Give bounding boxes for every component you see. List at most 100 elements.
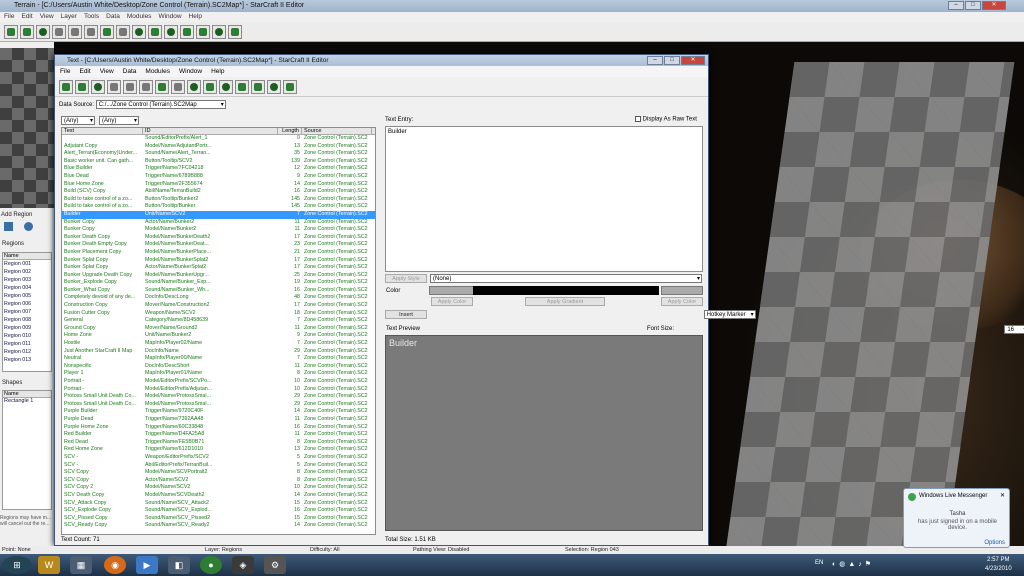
- cut-icon[interactable]: [139, 80, 153, 94]
- redo-icon[interactable]: [68, 25, 82, 39]
- text-list-row[interactable]: Build to take control of a zo... Button/T…: [62, 203, 375, 211]
- text-list-row[interactable]: Construction Copy Mover/Name/Construction…: [62, 302, 375, 310]
- copy-icon[interactable]: [100, 25, 114, 39]
- text-list-row[interactable]: Bunker Copy Model/Name/Bunker2 11 Zone Cont…: [62, 226, 375, 234]
- text-list-row[interactable]: Bunker Placement Copy Model/Name/BunkerPl…: [62, 249, 375, 257]
- region-item[interactable]: Region 013: [3, 356, 51, 364]
- text-list-row[interactable]: Home Zone Unit/Name/Bunker2 9 Zone Control …: [62, 332, 375, 340]
- add-square-region-button[interactable]: [4, 222, 13, 231]
- region-item[interactable]: Region 009: [3, 324, 51, 332]
- display-raw-checkbox[interactable]: [635, 116, 641, 122]
- text-list-row[interactable]: Bunker Copy Actor/Name/Bunker2 11 Zone Cont…: [62, 219, 375, 227]
- menu-tools[interactable]: Tools: [84, 12, 99, 22]
- text-list-row[interactable]: Protoss Small Unit Death Co... Model/Name…: [62, 401, 375, 409]
- menu-edit[interactable]: Edit: [21, 12, 32, 22]
- region-item[interactable]: Region 011: [3, 340, 51, 348]
- sc2-editor-taskbar-icon[interactable]: ●: [200, 556, 222, 574]
- menu-help[interactable]: Help: [189, 12, 202, 22]
- system-clock[interactable]: 2:57 PM 4/23/2010: [985, 556, 1012, 574]
- shape-item[interactable]: Rectangle 1: [3, 398, 51, 404]
- text-list-row[interactable]: Completely devoid of any de... DocInfo/De…: [62, 294, 375, 302]
- region-item[interactable]: Region 005: [3, 292, 51, 300]
- cutscene-module-icon[interactable]: [267, 80, 281, 94]
- dlg-minimize-button[interactable]: –: [647, 56, 663, 65]
- text-list-row[interactable]: Build (SCV) Copy Abil/Name/TerranBuild2 16…: [62, 188, 375, 196]
- toast-close-icon[interactable]: ✕: [1000, 492, 1005, 499]
- text-list-row[interactable]: Ground Copy Mover/Name/Ground2 11 Zone Cont…: [62, 325, 375, 333]
- dlg-menu-modules[interactable]: Modules: [145, 66, 170, 77]
- text-module-icon[interactable]: [235, 80, 249, 94]
- minimize-button[interactable]: –: [948, 1, 964, 10]
- text-list-row[interactable]: Blue Builder Trigger/Name/7FC04218 12 Zone …: [62, 165, 375, 173]
- menu-view[interactable]: View: [40, 12, 54, 22]
- firefox-taskbar-icon[interactable]: ◉: [104, 556, 126, 574]
- region-item[interactable]: Region 004: [3, 284, 51, 292]
- text-list-row[interactable]: SCV Death Copy Model/Name/SCVDeath2 14 Zone…: [62, 492, 375, 500]
- region-item[interactable]: Region 002: [3, 268, 51, 276]
- trigger-module-icon[interactable]: [148, 25, 162, 39]
- apply-color-end-button[interactable]: Apply Color: [661, 297, 703, 306]
- settings-taskbar-icon[interactable]: ⚙: [264, 556, 286, 574]
- text-list-row[interactable]: Build to take control of a zo... Button/T…: [62, 196, 375, 204]
- text-list-row[interactable]: SCV_Ready Copy Sound/Name/SCV_Ready2 14 Zon…: [62, 522, 375, 530]
- language-indicator[interactable]: EN: [815, 560, 823, 566]
- text-list-row[interactable]: Purple Builder Trigger/Name/9720C40F 14 Zon…: [62, 408, 375, 416]
- data-module-icon[interactable]: [164, 25, 178, 39]
- paste-icon[interactable]: [171, 80, 185, 94]
- app-taskbar-icon[interactable]: ◧: [168, 556, 190, 574]
- text-list-row[interactable]: Bunker_What Copy Sound/Name/Bunker_Wh... 1…: [62, 287, 375, 295]
- text-list-row[interactable]: SCV_Explode Copy Sound/Name/SCV_Explod...…: [62, 507, 375, 515]
- text-list-row[interactable]: Basic worker unit. Can gath... Button/Too…: [62, 158, 375, 166]
- text-list-row[interactable]: Alert_Terran(Economy)Under... Sound/Name/…: [62, 150, 375, 158]
- text-list-row[interactable]: Builder Unit/Name/SCV2 7 Zone Control (Terr…: [62, 210, 375, 219]
- insert-select[interactable]: Hotkey Marker: [703, 310, 756, 319]
- region-item[interactable]: Region 007: [3, 308, 51, 316]
- text-list-row[interactable]: SCV_Pissed Copy Sound/Name/SCV_Pissed2 15 Z…: [62, 515, 375, 523]
- text-list-row[interactable]: Blue Home Zone Trigger/Name/2F355674 14 Zon…: [62, 181, 375, 189]
- text-entry-box[interactable]: Builder: [385, 126, 703, 272]
- text-list-row[interactable]: Blue Dead Trigger/Name/6789B888 9 Zone Cont…: [62, 173, 375, 181]
- apply-gradient-button[interactable]: Apply Gradient: [525, 297, 605, 306]
- filter-type-select[interactable]: (Any): [61, 116, 95, 125]
- text-list-row[interactable]: Protoss Small Unit Death Co... Model/Name…: [62, 393, 375, 401]
- text-list-row[interactable]: Neutral MapInfo/Player00/Name 7 Zone Contro…: [62, 355, 375, 363]
- cut-icon[interactable]: [84, 25, 98, 39]
- minimap[interactable]: [0, 48, 54, 208]
- region-item[interactable]: Region 010: [3, 332, 51, 340]
- text-editor-titlebar[interactable]: Text - [C:/Users/Austin White/Desktop/Zo…: [55, 55, 708, 66]
- menu-modules[interactable]: Modules: [127, 12, 152, 22]
- dlg-close-button[interactable]: ✕: [681, 56, 705, 65]
- region-item[interactable]: Region 003: [3, 276, 51, 284]
- terrain-module-icon[interactable]: [132, 25, 146, 39]
- menu-window[interactable]: Window: [158, 12, 181, 22]
- text-list-row[interactable]: SCV - Weapon/EditorPrefix/SCV2 5 Zone Contr…: [62, 454, 375, 462]
- text-list-row[interactable]: Bunker Splat Copy Model/Name/BunkerSplat2…: [62, 257, 375, 265]
- region-item[interactable]: Region 001: [3, 260, 51, 268]
- data-source-select[interactable]: C:/.../Zone Control (Terrain).SC2Map: [95, 100, 226, 109]
- text-list-row[interactable]: Sound/EditorPrefix/Alert_1 0 Zone Control …: [62, 135, 375, 143]
- import-module-icon[interactable]: [251, 80, 265, 94]
- text-list-row[interactable]: Red Dead Trigger/Name/FE5B0B71 8 Zone Contr…: [62, 439, 375, 447]
- text-list-row[interactable]: Purple Dead Trigger/Name/7392AA48 11 Zone C…: [62, 416, 375, 424]
- region-item[interactable]: Region 008: [3, 316, 51, 324]
- font-size-select[interactable]: 16: [1004, 325, 1024, 334]
- toast-options-link[interactable]: Options: [984, 540, 1005, 546]
- test-map-icon[interactable]: [228, 25, 242, 39]
- col-text-header[interactable]: Text: [62, 128, 143, 134]
- trigger-module-icon[interactable]: [203, 80, 217, 94]
- explorer-taskbar-icon[interactable]: ▦: [70, 556, 92, 574]
- text-list-row[interactable]: Purple Home Zone Trigger/Name/60C33848 16 Z…: [62, 424, 375, 432]
- text-list-row[interactable]: Portrait - Model/EditorPrefix/SCVPo... 10 Z…: [62, 378, 375, 386]
- import-module-icon[interactable]: [196, 25, 210, 39]
- dlg-menu-file[interactable]: File: [60, 66, 70, 77]
- text-module-icon[interactable]: [180, 25, 194, 39]
- add-circle-region-button[interactable]: [24, 222, 33, 231]
- text-list-row[interactable]: Portrait - Model/EditorPrefix/Adjutan... 1…: [62, 386, 375, 394]
- new-file-icon[interactable]: [4, 25, 18, 39]
- text-list-row[interactable]: Fusion Cutter Copy Weapon/Name/SCV2 18 Zone…: [62, 310, 375, 318]
- paste-icon[interactable]: [116, 25, 130, 39]
- text-list-row[interactable]: Bunker Upgrade Death Copy Model/Name/Bunk…: [62, 272, 375, 280]
- text-list-row[interactable]: SCV Copy 2 Model/Name/SCV2 10 Zone Control …: [62, 484, 375, 492]
- new-file-icon[interactable]: [59, 80, 73, 94]
- redo-icon[interactable]: [123, 80, 137, 94]
